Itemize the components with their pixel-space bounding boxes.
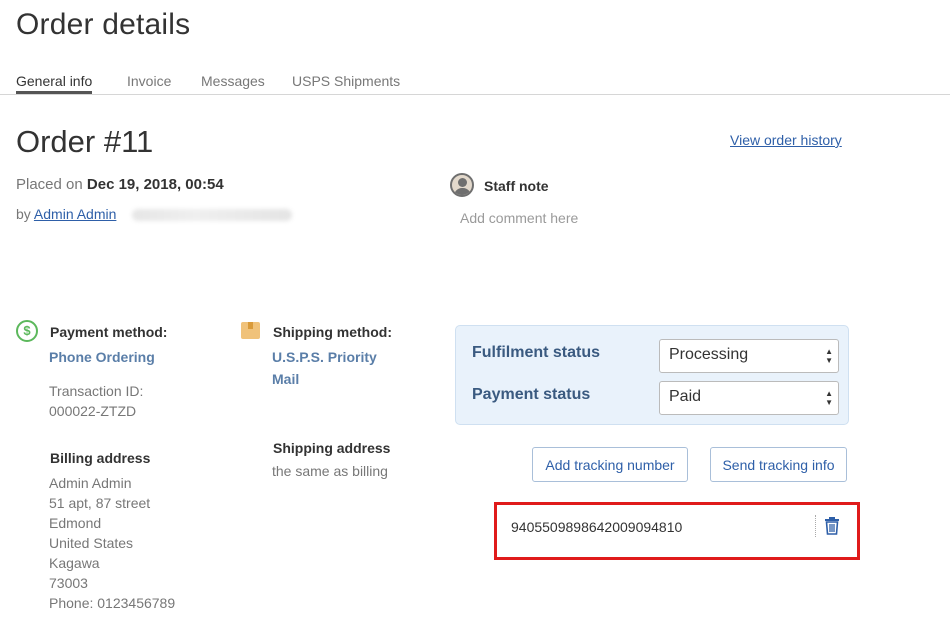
billing-line: United States <box>49 535 134 551</box>
shipping-method-value-line2: Mail <box>272 371 300 387</box>
transaction-id-label: Transaction ID: <box>49 383 144 399</box>
billing-address-label: Billing address <box>50 450 151 466</box>
payment-status-value: Paid <box>669 388 702 405</box>
billing-line: 51 apt, 87 street <box>49 495 151 511</box>
transaction-id-value: 000022-ZTZD <box>49 403 137 419</box>
tracking-number-highlight: 9405509898642009094810 <box>494 502 860 560</box>
tracking-number: 9405509898642009094810 <box>511 519 683 535</box>
staff-note-title: Staff note <box>484 178 549 194</box>
page-title: Order details <box>16 8 191 41</box>
trash-icon[interactable] <box>823 516 841 536</box>
payment-method-label: Payment method: <box>50 324 168 340</box>
tab-messages[interactable]: Messages <box>201 73 265 89</box>
billing-line: Kagawa <box>49 555 100 571</box>
tab-bar: General info Invoice Messages USPS Shipm… <box>0 68 950 95</box>
user-avatar-icon <box>450 173 474 197</box>
tab-general-info[interactable]: General info <box>16 73 93 94</box>
dollar-icon: $ <box>16 320 38 342</box>
by-label: by <box>16 206 31 222</box>
placed-by-user-link[interactable]: Admin Admin <box>34 206 116 222</box>
tab-usps-shipments[interactable]: USPS Shipments <box>292 73 400 89</box>
billing-line: Admin Admin <box>49 475 132 491</box>
fulfilment-status-label: Fulfilment status <box>472 344 601 361</box>
order-number: Order #11 <box>16 124 154 159</box>
tab-invoice[interactable]: Invoice <box>127 73 171 89</box>
package-icon <box>241 322 260 339</box>
add-tracking-number-button[interactable]: Add tracking number <box>532 447 688 482</box>
billing-line: 73003 <box>49 575 88 591</box>
payment-status-select[interactable]: Paid ▲ ▼ <box>659 381 839 415</box>
placed-by-line: by Admin Admin <box>16 206 293 222</box>
billing-line: Phone: 0123456789 <box>49 595 176 611</box>
send-tracking-info-button[interactable]: Send tracking info <box>710 447 847 482</box>
shipping-address-value: the same as billing <box>272 463 388 479</box>
shipping-method-label: Shipping method: <box>273 324 392 340</box>
placed-on-label: Placed on <box>16 176 83 193</box>
status-panel: Fulfilment status Processing ▲ ▼ Payment … <box>455 325 849 425</box>
shipping-method-value: U.S.P.S. Priority <box>272 349 377 365</box>
staff-note-input[interactable]: Add comment here <box>460 210 578 226</box>
view-order-history-link[interactable]: View order history <box>730 132 842 148</box>
payment-status-label: Payment status <box>472 386 591 403</box>
shipping-address-label: Shipping address <box>273 440 391 456</box>
fulfilment-status-value: Processing <box>669 346 749 363</box>
select-arrows-icon: ▲ ▼ <box>825 389 833 407</box>
blurred-email <box>132 209 293 222</box>
billing-line: Edmond <box>49 515 102 531</box>
placed-date: Dec 19, 2018, 00:54 <box>86 176 224 193</box>
select-arrows-icon: ▲ ▼ <box>825 347 833 365</box>
placed-on-line: Placed on Dec 19, 2018, 00:54 <box>16 176 224 193</box>
payment-method-value: Phone Ordering <box>49 349 155 365</box>
fulfilment-status-select[interactable]: Processing ▲ ▼ <box>659 339 839 373</box>
tracking-divider <box>815 515 816 537</box>
